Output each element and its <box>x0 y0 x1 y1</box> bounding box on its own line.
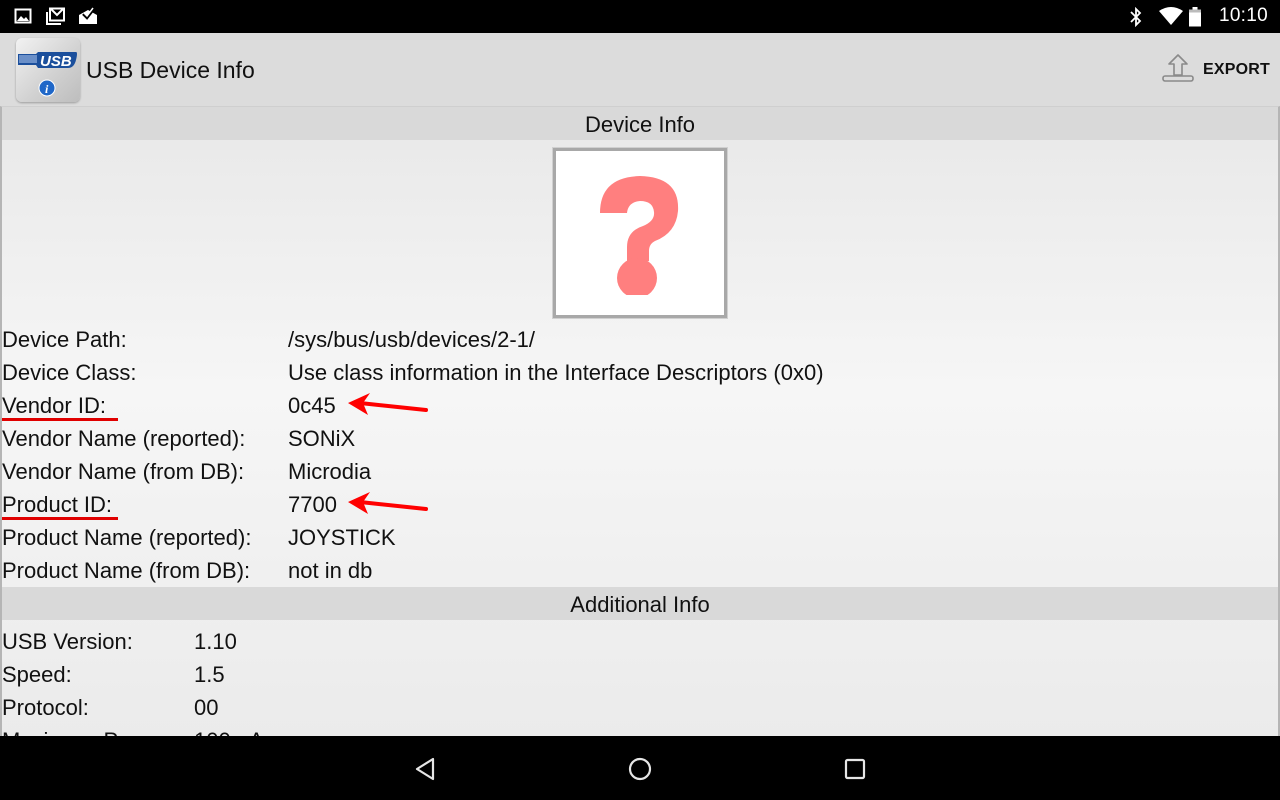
info-row-vendor-name-db: Vendor Name (from DB): Microdia <box>2 455 1278 488</box>
image-notification-icon <box>14 7 32 25</box>
info-row-usb-version: USB Version: 1.10 <box>2 625 1278 658</box>
info-row-protocol: Protocol: 00 <box>2 691 1278 724</box>
home-button[interactable] <box>623 752 657 786</box>
row-label: Product Name (from DB): <box>2 558 251 583</box>
row-label: Device Path: <box>2 327 127 352</box>
row-value: JOYSTICK <box>288 525 396 550</box>
battery-icon <box>1188 7 1207 27</box>
info-row-product-name-reported: Product Name (reported): JOYSTICK <box>2 521 1278 554</box>
device-image <box>552 147 728 319</box>
usb-info-app-icon: USB i <box>16 38 80 102</box>
row-label: Device Class: <box>2 360 137 385</box>
row-value: Microdia <box>288 459 372 484</box>
row-value: not in db <box>288 558 373 583</box>
additional-info-list: USB Version: 1.10 Speed: 1.5 Protocol: 0… <box>2 625 1278 736</box>
row-value: Use class information in the Interface D… <box>288 360 824 385</box>
row-value: 7700 <box>288 492 337 517</box>
annotation-arrow-icon <box>348 492 428 514</box>
row-value: SONiX <box>288 426 356 451</box>
row-label: USB Version: <box>2 629 133 654</box>
info-row-maximum-power: Maximum Power: 100mA <box>2 724 1278 736</box>
export-button[interactable]: EXPORT <box>1161 53 1270 87</box>
device-info-list: Device Path: /sys/bus/usb/devices/2-1/ D… <box>2 323 1278 587</box>
info-row-speed: Speed: 1.5 <box>2 658 1278 691</box>
gmail-notification-icon <box>46 7 65 25</box>
back-button[interactable] <box>408 752 442 786</box>
info-row-device-path: Device Path: /sys/bus/usb/devices/2-1/ <box>2 323 1278 356</box>
back-icon <box>415 757 435 781</box>
annotation-underline <box>2 418 118 421</box>
content-scroll-area[interactable]: Device Info Device Path: /sys/bus/usb/de… <box>0 106 1280 736</box>
wifi-icon <box>1158 7 1183 25</box>
bluetooth-icon <box>1129 6 1147 28</box>
device-info-header: Device Info <box>2 107 1278 140</box>
annotation-underline <box>2 517 118 520</box>
row-value: 1.10 <box>194 629 237 654</box>
additional-info-header: Additional Info <box>2 587 1278 620</box>
info-row-device-class: Device Class: Use class information in t… <box>2 356 1278 389</box>
info-row-product-id: Product ID: 7700 <box>2 488 1278 521</box>
navigation-bar <box>0 736 1280 800</box>
row-value: 0c45 <box>288 393 336 418</box>
action-bar: USB i USB Device Info EXPORT <box>0 33 1280 106</box>
row-value: /sys/bus/usb/devices/2-1/ <box>288 327 536 352</box>
clock: 10:10 <box>1218 5 1268 26</box>
row-label: Protocol: <box>2 695 89 720</box>
svg-text:USB: USB <box>40 53 72 70</box>
export-label: EXPORT <box>1203 61 1270 78</box>
unknown-device-question-icon <box>600 176 679 295</box>
status-bar: 10:10 <box>0 0 1280 33</box>
home-icon <box>628 757 652 781</box>
info-row-product-name-db: Product Name (from DB): not in db <box>2 554 1278 587</box>
row-label: Vendor Name (from DB): <box>2 459 245 484</box>
app-title: USB Device Info <box>86 57 255 83</box>
recents-icon <box>844 758 866 780</box>
annotation-arrow-icon <box>348 393 428 415</box>
row-value: 00 <box>194 695 219 720</box>
export-icon <box>1161 53 1195 88</box>
recents-button[interactable] <box>838 752 872 786</box>
row-label: Maximum Power: <box>2 724 172 736</box>
info-row-vendor-id: Vendor ID: 0c45 <box>2 389 1278 422</box>
row-value: 100mA <box>194 724 264 736</box>
info-row-vendor-name-reported: Vendor Name (reported): SONiX <box>2 422 1278 455</box>
row-label: Speed: <box>2 662 72 687</box>
row-value: 1.5 <box>194 662 225 687</box>
row-label: Product Name (reported): <box>2 525 252 550</box>
mail-check-notification-icon <box>78 7 97 25</box>
row-label: Vendor Name (reported): <box>2 426 246 451</box>
